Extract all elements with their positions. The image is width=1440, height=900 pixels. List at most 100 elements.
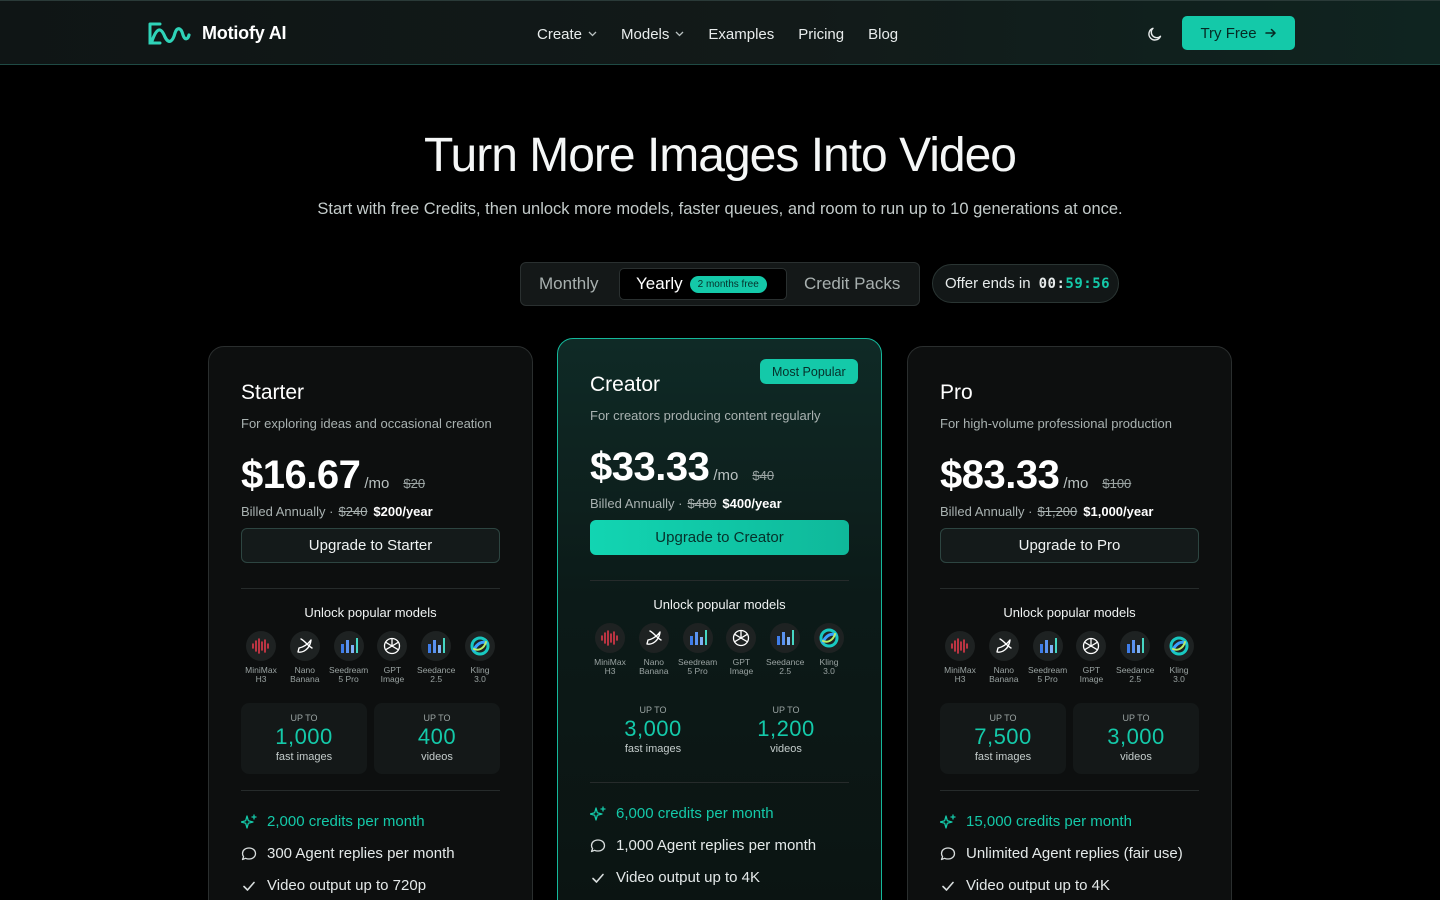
banana-icon	[638, 623, 669, 653]
model-item[interactable]: Seedance 2.5	[416, 631, 456, 684]
sparkle-icon	[940, 813, 956, 830]
bar-chart-icon	[421, 631, 452, 661]
feature-text: 15,000 credits per month	[966, 813, 1132, 830]
swirl-icon	[1163, 631, 1194, 661]
divider	[241, 790, 500, 791]
model-item[interactable]: Seedream 5 Pro	[329, 631, 369, 684]
plan-name: Starter	[241, 381, 305, 404]
model-item[interactable]: Seedance 2.5	[1115, 631, 1155, 684]
brand[interactable]: Motiofy AI	[147, 17, 287, 49]
quota-number: 3,000	[1107, 724, 1165, 749]
page-subtitle: Start with free Credits, then unlock mor…	[317, 200, 1123, 218]
chevron-down-icon	[588, 31, 597, 37]
feature-item: Video output up to 4K	[590, 869, 760, 886]
model-label: Kling 3.0	[470, 665, 490, 684]
model-label: Nano Banana	[989, 665, 1019, 684]
price-original: $100	[1102, 476, 1132, 491]
brand-name: Motiofy AI	[202, 22, 287, 43]
feature-text: 300 Agent replies per month	[267, 845, 455, 862]
model-item[interactable]: MiniMax H3	[241, 631, 281, 684]
feature-item: 6,000 credits per month	[590, 805, 774, 822]
model-item[interactable]: GPT Image	[1071, 631, 1111, 684]
yearly-discount-badge: 2 months free	[689, 275, 767, 293]
page-title: Turn More Images Into Video	[424, 129, 1017, 182]
try-free-label: Try Free	[1200, 24, 1257, 42]
model-item[interactable]: GPT Image	[721, 623, 761, 676]
quota-prefix: UP TO	[772, 705, 800, 715]
feature-item: 2,000 credits per month	[241, 813, 425, 830]
moon-icon	[1148, 27, 1162, 41]
model-item[interactable]: Seedream 5 Pro	[678, 623, 718, 676]
bar-chart-icon	[333, 631, 364, 661]
check-icon	[590, 870, 606, 886]
openai-icon	[377, 631, 408, 661]
feature-item: Video output up to 4K	[940, 877, 1110, 894]
model-item[interactable]: Nano Banana	[634, 623, 674, 676]
countdown-hours: 00:	[1038, 275, 1066, 292]
divider	[590, 782, 849, 783]
model-label: GPT Image	[729, 657, 754, 676]
quota-unit: videos	[1120, 751, 1152, 763]
tab-monthly[interactable]: Monthly	[539, 263, 599, 305]
waveform-icon	[246, 631, 276, 661]
usage-quotas: UP TO 7,500 fast images UP TO 3,000 videos	[940, 703, 1199, 774]
price-amount: $83.33	[940, 453, 1060, 497]
brand-logo-icon	[148, 22, 191, 45]
quota-number: 7,500	[974, 724, 1032, 749]
upgrade-button[interactable]: Upgrade to Creator	[590, 520, 849, 555]
countdown-timer: 00:59:56	[1039, 276, 1110, 292]
check-icon	[241, 878, 257, 894]
model-item[interactable]: Kling 3.0	[1159, 631, 1199, 684]
quota-box: UP TO 1,200 videos	[723, 695, 849, 766]
nav-pricing[interactable]: Pricing	[798, 26, 844, 43]
feature-text: Video output up to 720p	[267, 877, 427, 894]
billed-label: Billed Annually ·	[241, 504, 334, 519]
quota-number: 400	[417, 724, 457, 749]
upgrade-button[interactable]: Upgrade to Starter	[241, 528, 500, 563]
price-amount: $16.67	[241, 453, 361, 497]
quota-box: UP TO 3,000 fast images	[590, 695, 716, 766]
nav-create[interactable]: Create	[537, 26, 597, 43]
offer-countdown: Offer ends in 00:59:56	[932, 264, 1119, 303]
feature-text: 6,000 credits per month	[616, 805, 774, 822]
model-item[interactable]: Kling 3.0	[460, 631, 500, 684]
sparkle-icon	[590, 805, 606, 822]
nav-models[interactable]: Models	[621, 26, 684, 43]
plan-card-creator: Most Popular Creator For creators producin…	[557, 338, 882, 900]
usage-quotas: UP TO 3,000 fast images UP TO 1,200 videos	[590, 695, 849, 766]
chat-bubble-icon	[590, 838, 606, 854]
tab-yearly[interactable]: Yearly 2 months free	[619, 268, 787, 300]
model-list: MiniMax H3 Nano Banana Seedream 5 Pro GPT I…	[940, 631, 1199, 684]
upgrade-button[interactable]: Upgrade to Pro	[940, 528, 1199, 563]
model-item[interactable]: GPT Image	[372, 631, 412, 684]
model-label: Seedance 2.5	[766, 657, 805, 676]
feature-text: Video output up to 4K	[966, 877, 1111, 894]
unlock-models-heading: Unlock popular models	[653, 597, 786, 612]
nav-examples[interactable]: Examples	[708, 26, 774, 43]
model-item[interactable]: Nano Banana	[285, 631, 325, 684]
model-label: Kling 3.0	[1169, 665, 1189, 684]
model-item[interactable]: MiniMax H3	[940, 631, 980, 684]
billed-annually: Billed Annually · $1,200 $1,000/year	[940, 504, 1153, 519]
openai-icon	[1076, 631, 1107, 661]
quota-box: UP TO 3,000 videos	[1073, 703, 1199, 774]
model-item[interactable]: Nano Banana	[984, 631, 1024, 684]
try-free-button[interactable]: Try Free	[1182, 16, 1295, 50]
offer-label: Offer ends in	[945, 275, 1031, 292]
unlock-models-heading: Unlock popular models	[304, 605, 437, 620]
tab-credit-packs[interactable]: Credit Packs	[804, 263, 900, 305]
model-item[interactable]: Kling 3.0	[809, 623, 849, 676]
usage-quotas: UP TO 1,000 fast images UP TO 400 videos	[241, 703, 500, 774]
model-item[interactable]: MiniMax H3	[590, 623, 630, 676]
nav-blog[interactable]: Blog	[868, 26, 898, 43]
banana-icon	[988, 631, 1019, 661]
quota-box: UP TO 400 videos	[374, 703, 500, 774]
model-item[interactable]: Seedance 2.5	[765, 623, 805, 676]
plan-description: For exploring ideas and occasional creat…	[241, 416, 492, 431]
plan-price: $83.33/mo $100	[940, 453, 1131, 498]
theme-toggle-button[interactable]	[1143, 22, 1167, 46]
plan-card-pro: Pro For high-volume professional producti…	[907, 346, 1232, 900]
price-amount: $33.33	[590, 445, 710, 489]
model-item[interactable]: Seedream 5 Pro	[1028, 631, 1068, 684]
waveform-icon	[595, 623, 625, 653]
